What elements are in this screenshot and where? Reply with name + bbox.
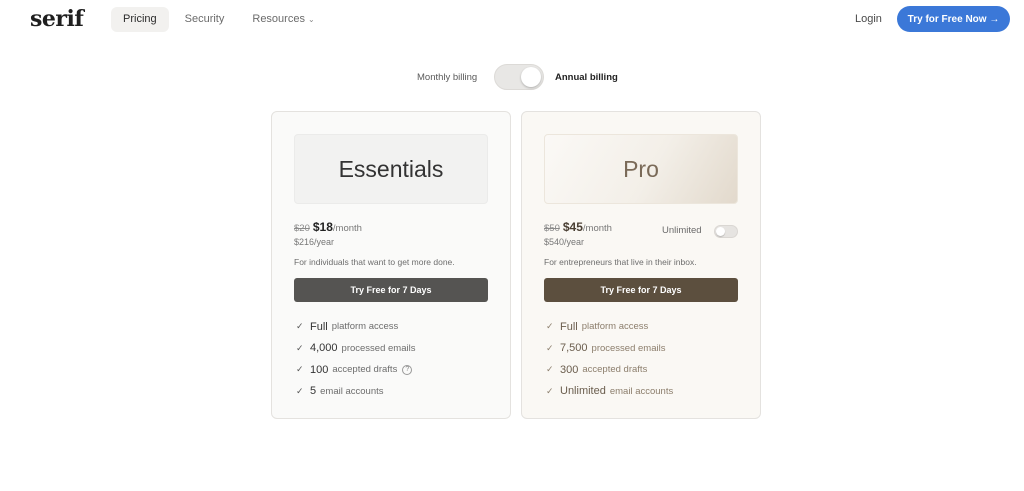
price-row: $20 $18/month	[294, 220, 362, 234]
feature-text: email accounts	[320, 385, 384, 397]
feature-value: Full	[560, 320, 578, 333]
plan-banner: Pro	[544, 134, 738, 204]
annual-billing-label[interactable]: Annual billing	[555, 72, 618, 83]
nav-item-security[interactable]: Security	[173, 7, 237, 32]
try-free-button[interactable]: Try Free for 7 Days	[294, 278, 488, 302]
check-icon: ✓	[296, 364, 304, 375]
login-link[interactable]: Login	[855, 13, 882, 25]
nav-item-resources[interactable]: Resources ⌄	[240, 7, 326, 32]
feature-text: email accounts	[609, 385, 674, 397]
list-item: ✓ Full platform access	[546, 316, 673, 338]
billing-toggle-group: Monthly billing Annual billing	[0, 64, 1024, 90]
old-price: $20	[294, 223, 310, 234]
nav-item-label: Pricing	[123, 13, 157, 25]
feature-value: 100	[310, 363, 329, 376]
nav-item-pricing[interactable]: Pricing	[111, 7, 169, 32]
feature-value: 4,000	[310, 342, 338, 355]
feature-list: ✓ Full platform access ✓ 7,500 processed ema…	[546, 316, 673, 402]
feature-value: 5	[310, 385, 317, 398]
list-item: ✓ Unlimited email accounts	[546, 381, 673, 403]
feature-value: 300	[560, 363, 579, 376]
feature-text: accepted drafts	[332, 364, 398, 376]
price-row: $50 $45/month	[544, 220, 612, 234]
feature-text: processed emails	[591, 342, 666, 354]
switch-knob	[521, 67, 541, 87]
nav-item-label: Resources	[252, 13, 305, 25]
monthly-billing-label[interactable]: Monthly billing	[417, 72, 477, 83]
plan-description: For individuals that want to get more do…	[294, 257, 455, 267]
check-icon: ✓	[546, 321, 554, 332]
list-item: ✓ Full platform access	[296, 316, 415, 338]
plan-description: For entrepreneurs that live in their inb…	[544, 257, 697, 267]
check-icon: ✓	[546, 342, 554, 353]
list-item: ✓ 7,500 processed emails	[546, 338, 673, 360]
check-icon: ✓	[296, 321, 304, 332]
current-price: $18	[312, 220, 333, 234]
unlimited-label: Unlimited	[662, 225, 702, 236]
yearly-price: $216/year	[294, 237, 335, 247]
price-period: /month	[332, 223, 362, 234]
plan-card-pro: Pro $50 $45/month Unlimited $540/year For…	[521, 111, 761, 419]
check-icon: ✓	[546, 385, 554, 396]
list-item: ✓ 300 accepted drafts	[546, 359, 673, 381]
switch-knob	[716, 227, 725, 236]
main-nav: Pricing Security Resources ⌄	[111, 7, 327, 32]
try-free-button[interactable]: Try Free for 7 Days	[544, 278, 738, 302]
feature-value: Unlimited	[560, 385, 606, 398]
top-nav-bar: serif Pricing Security Resources ⌄ Login …	[0, 0, 1024, 40]
check-icon: ✓	[546, 364, 554, 375]
check-icon: ✓	[296, 342, 304, 353]
feature-text: accepted drafts	[582, 364, 648, 376]
check-icon: ✓	[296, 385, 304, 396]
price-period: /month	[582, 223, 612, 234]
list-item: ✓ 5 email accounts	[296, 381, 415, 403]
logo[interactable]: serif	[30, 6, 84, 32]
billing-switch[interactable]	[494, 64, 544, 90]
help-circle-icon[interactable]: ?	[402, 364, 413, 375]
old-price: $50	[544, 223, 560, 234]
unlimited-switch[interactable]	[714, 225, 738, 238]
list-item: ✓ 4,000 processed emails	[296, 338, 415, 360]
chevron-down-icon: ⌄	[307, 15, 315, 24]
nav-item-label: Security	[184, 13, 225, 25]
feature-value: Full	[310, 320, 328, 333]
list-item: ✓ 100 accepted drafts?	[296, 359, 415, 381]
try-for-free-button[interactable]: Try for Free Now →	[897, 6, 1010, 32]
current-price: $45	[562, 220, 583, 234]
feature-value: 7,500	[560, 342, 588, 355]
feature-text: platform access	[581, 321, 649, 333]
feature-text: processed emails	[341, 342, 416, 354]
yearly-price: $540/year	[544, 237, 585, 247]
plan-banner: Essentials	[294, 134, 488, 204]
plan-card-essentials: Essentials $20 $18/month $216/year For in…	[271, 111, 511, 419]
feature-list: ✓ Full platform access ✓ 4,000 processed ema…	[296, 316, 415, 402]
feature-text: platform access	[331, 321, 399, 333]
